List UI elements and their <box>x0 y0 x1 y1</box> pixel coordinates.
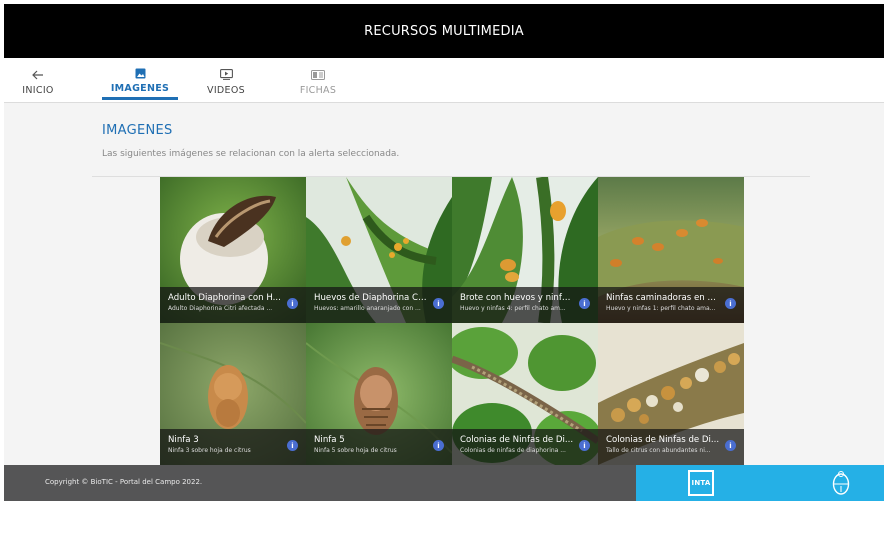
image-description: Huevo y ninfas 4: perfil chato am... <box>460 305 566 312</box>
back-arrow-icon <box>32 67 44 83</box>
tab-inicio[interactable]: INICIO <box>6 58 70 100</box>
info-icon[interactable]: i <box>287 298 298 309</box>
video-icon <box>219 67 233 83</box>
image-title: Adulto Diaphorina con H... <box>168 293 281 303</box>
info-icon[interactable]: i <box>579 298 590 309</box>
image-title: Ninfa 5 <box>314 435 345 445</box>
tab-bar: INICIO IMAGENES VIDEOS FICHAS <box>4 58 884 103</box>
footer: Copyright © BioTIC - Portal del Campo 20… <box>4 465 884 501</box>
image-title: Huevos de Diaphorina Ci... <box>314 293 428 303</box>
image-card[interactable]: Ninfa 5 Ninfa 5 sobre hoja de citrus i <box>306 323 452 465</box>
image-caption: Brote con huevos y ninfa... Huevo y ninf… <box>452 287 598 323</box>
info-icon[interactable]: i <box>287 440 298 451</box>
image-gallery: Adulto Diaphorina con H... Adulto Diapho… <box>160 177 744 465</box>
image-card[interactable]: Colonias de Ninfas de Di... Colonias de … <box>452 323 598 465</box>
image-description: Huevos: amarillo anaranjado con ... <box>314 305 421 312</box>
image-caption: Adulto Diaphorina con H... Adulto Diapho… <box>160 287 306 323</box>
image-title: Ninfas caminadoras en b... <box>606 293 720 303</box>
copyright-text: Copyright © BioTIC - Portal del Campo 20… <box>45 478 203 486</box>
image-card[interactable]: Adulto Diaphorina con H... Adulto Diapho… <box>160 177 306 323</box>
image-icon <box>135 65 146 81</box>
info-icon[interactable]: i <box>579 440 590 451</box>
image-description: Ninfa 3 sobre hoja de citrus <box>168 447 251 454</box>
app-header: RECURSOS MULTIMEDIA <box>4 4 884 58</box>
image-description: Ninfa 5 sobre hoja de citrus <box>314 447 397 454</box>
tab-fichas[interactable]: FICHAS <box>286 58 350 100</box>
tab-imagenes[interactable]: IMAGENES <box>102 58 178 100</box>
info-icon[interactable]: i <box>725 440 736 451</box>
image-card[interactable]: Ninfas caminadoras en b... Huevo y ninfa… <box>598 177 744 323</box>
image-title: Brote con huevos y ninfa... <box>460 293 574 303</box>
image-description: Colonias de ninfas de diaphorina ... <box>460 447 566 454</box>
tab-label: INICIO <box>22 84 54 96</box>
image-description: Huevo y ninfas 1: perfil chato ama... <box>606 305 716 312</box>
section-subtitle: Las siguientes imágenes se relacionan co… <box>102 149 400 159</box>
image-caption: Ninfas caminadoras en b... Huevo y ninfa… <box>598 287 744 323</box>
image-card[interactable]: Huevos de Diaphorina Ci... Huevos: amari… <box>306 177 452 323</box>
argentina-shield-icon <box>832 471 850 495</box>
inta-logo: INTA <box>688 470 714 496</box>
document-icon <box>311 67 325 83</box>
info-icon[interactable]: i <box>433 440 444 451</box>
section-title: IMAGENES <box>102 123 173 138</box>
tab-label: FICHAS <box>299 84 337 96</box>
image-card[interactable]: Colonias de Ninfas de Di... Tallo de cit… <box>598 323 744 465</box>
image-caption: Huevos de Diaphorina Ci... Huevos: amari… <box>306 287 452 323</box>
info-icon[interactable]: i <box>433 298 444 309</box>
image-title: Colonias de Ninfas de Di... <box>606 435 720 445</box>
image-caption: Ninfa 5 Ninfa 5 sobre hoja de citrus <box>306 429 452 465</box>
header-title: RECURSOS MULTIMEDIA <box>364 23 524 39</box>
info-icon[interactable]: i <box>725 298 736 309</box>
image-card[interactable]: Brote con huevos y ninfa... Huevo y ninf… <box>452 177 598 323</box>
image-title: Ninfa 3 <box>168 435 199 445</box>
image-caption: Colonias de Ninfas de Di... Colonias de … <box>452 429 598 465</box>
tab-videos[interactable]: VIDEOS <box>194 58 258 100</box>
inta-logo-text: INTA <box>691 479 711 487</box>
image-description: Tallo de citrus con abundantes ni... <box>606 447 711 454</box>
tab-label: IMAGENES <box>110 83 170 94</box>
image-caption: Colonias de Ninfas de Di... Tallo de cit… <box>598 429 744 465</box>
image-caption: Ninfa 3 Ninfa 3 sobre hoja de citrus <box>160 429 306 465</box>
main-content: IMAGENES Las siguientes imágenes se rela… <box>4 103 884 465</box>
footer-brand-bar: INTA <box>636 465 884 501</box>
image-title: Colonias de Ninfas de Di... <box>460 435 574 445</box>
tab-label: VIDEOS <box>207 84 245 96</box>
image-description: Adulto Diaphorina Citri afectada ... <box>168 305 273 312</box>
image-card[interactable]: Ninfa 3 Ninfa 3 sobre hoja de citrus i <box>160 323 306 465</box>
